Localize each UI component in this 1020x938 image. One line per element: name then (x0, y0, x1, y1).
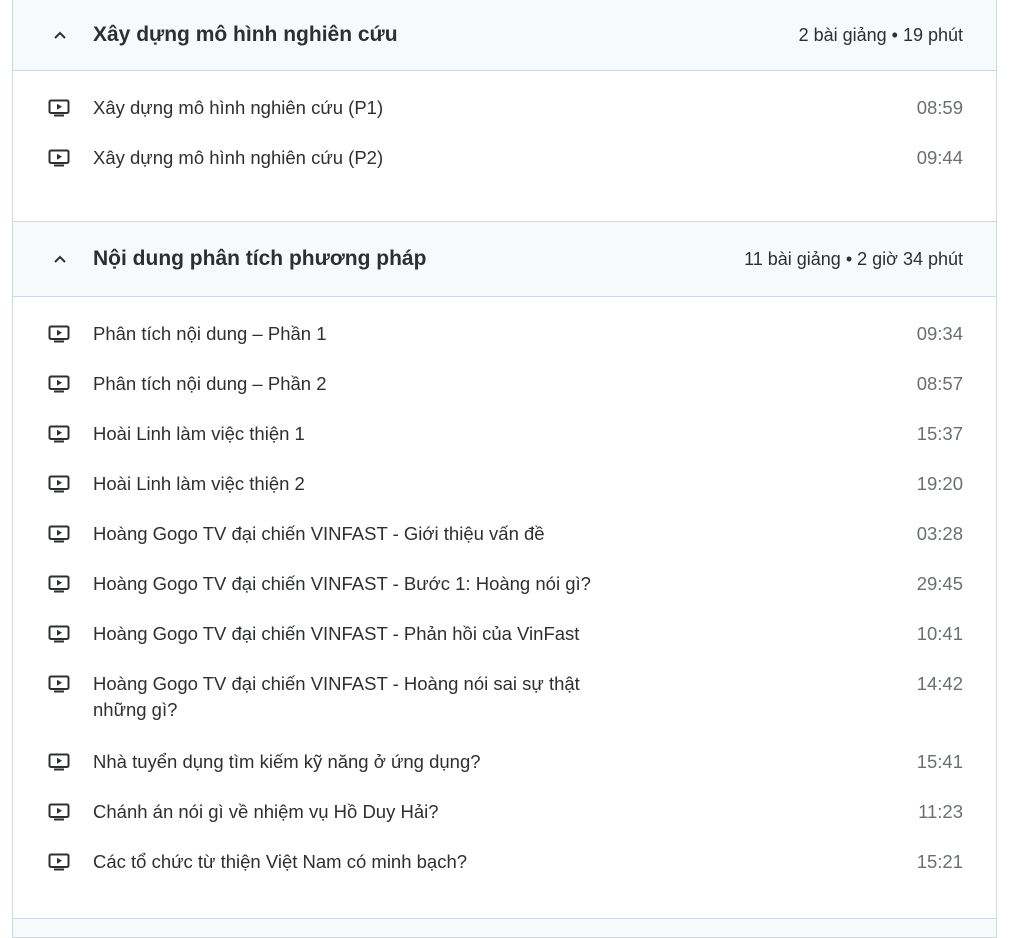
section: Xây dựng mô hình nghiên cứu 2 bài giảng … (13, 0, 996, 222)
lecture-duration: 03:28 (916, 523, 963, 544)
lecture-item[interactable]: Các tổ chức từ thiện Việt Nam có minh bạ… (48, 849, 963, 899)
video-icon (48, 421, 93, 450)
video-icon (48, 521, 93, 550)
lecture-duration: 08:57 (916, 373, 963, 394)
section-title: Nội dung phân tích phương pháp (93, 247, 427, 270)
course-curriculum: Xây dựng mô hình nghiên cứu 2 bài giảng … (12, 0, 997, 938)
chevron-up-icon (53, 30, 93, 40)
lecture-list: Phân tích nội dung – Phần 1 09:34 Phân t… (13, 297, 996, 925)
lecture-item[interactable]: Hoài Linh làm việc thiện 1 15:37 (48, 421, 963, 471)
lecture-title: Xây dựng mô hình nghiên cứu (P1) (93, 97, 384, 118)
video-icon (48, 571, 93, 600)
video-icon (48, 621, 93, 650)
lecture-item[interactable]: Hoàng Gogo TV đại chiến VINFAST - Bước 1… (48, 571, 963, 621)
section-header[interactable]: Nội dung phân tích phương pháp 11 bài gi… (13, 222, 996, 297)
lecture-item[interactable]: Phân tích nội dung – Phần 2 08:57 (48, 371, 963, 421)
video-icon (48, 749, 93, 778)
lecture-title: Các tổ chức từ thiện Việt Nam có minh bạ… (93, 851, 468, 872)
lecture-duration: 11:23 (918, 801, 963, 822)
lecture-duration: 15:21 (916, 851, 963, 872)
lecture-item[interactable]: Xây dựng mô hình nghiên cứu (P1) 08:59 (48, 95, 963, 145)
lecture-duration: 08:59 (916, 97, 963, 118)
section-header[interactable]: Xây dựng mô hình nghiên cứu 2 bài giảng … (13, 0, 996, 71)
next-section-header[interactable] (12, 918, 997, 938)
lecture-title: Xây dựng mô hình nghiên cứu (P2) (93, 147, 384, 168)
video-icon (48, 145, 93, 174)
video-icon (48, 471, 93, 500)
lecture-list: Xây dựng mô hình nghiên cứu (P1) 08:59 X… (13, 71, 996, 221)
lecture-title: Hoàng Gogo TV đại chiến VINFAST - Giới t… (93, 523, 545, 544)
lecture-title: Hoàng Gogo TV đại chiến VINFAST - Bước 1… (93, 573, 591, 594)
lecture-duration: 09:44 (916, 147, 963, 168)
video-icon (48, 95, 93, 124)
lecture-duration: 15:41 (916, 751, 963, 772)
lecture-item[interactable]: Hoàng Gogo TV đại chiến VINFAST - Hoàng … (48, 671, 963, 749)
section: Nội dung phân tích phương pháp 11 bài gi… (13, 222, 996, 926)
lecture-item[interactable]: Hoàng Gogo TV đại chiến VINFAST - Giới t… (48, 521, 963, 571)
lecture-item[interactable]: Xây dựng mô hình nghiên cứu (P2) 09:44 (48, 145, 963, 195)
lecture-title: Hoài Linh làm việc thiện 1 (93, 423, 305, 444)
video-icon (48, 849, 93, 878)
lecture-title: Chánh án nói gì về nhiệm vụ Hồ Duy Hải? (93, 801, 439, 822)
lecture-item[interactable]: Hoàng Gogo TV đại chiến VINFAST - Phản h… (48, 621, 963, 671)
lecture-title: Hoàng Gogo TV đại chiến VINFAST - Hoàng … (93, 673, 580, 720)
video-icon (48, 799, 93, 828)
lecture-title: Nhà tuyển dụng tìm kiếm kỹ năng ở ứng dụ… (93, 751, 481, 772)
lecture-title: Phân tích nội dung – Phần 1 (93, 323, 327, 344)
lecture-item[interactable]: Hoài Linh làm việc thiện 2 19:20 (48, 471, 963, 521)
lecture-duration: 14:42 (916, 673, 963, 694)
lecture-item[interactable]: Nhà tuyển dụng tìm kiếm kỹ năng ở ứng dụ… (48, 749, 963, 799)
section-meta: 2 bài giảng • 19 phút (798, 24, 963, 45)
section-title: Xây dựng mô hình nghiên cứu (93, 23, 398, 46)
lecture-title: Hoài Linh làm việc thiện 2 (93, 473, 305, 494)
video-icon (48, 671, 93, 700)
video-icon (48, 371, 93, 400)
video-icon (48, 321, 93, 350)
lecture-title: Phân tích nội dung – Phần 2 (93, 373, 327, 394)
lecture-item[interactable]: Chánh án nói gì về nhiệm vụ Hồ Duy Hải? … (48, 799, 963, 849)
lecture-duration: 29:45 (916, 573, 963, 594)
lecture-duration: 09:34 (916, 323, 963, 344)
lecture-duration: 15:37 (916, 423, 963, 444)
chevron-up-icon (53, 254, 93, 264)
section-meta: 11 bài giảng • 2 giờ 34 phút (744, 248, 963, 269)
lecture-duration: 19:20 (916, 473, 963, 494)
lecture-title: Hoàng Gogo TV đại chiến VINFAST - Phản h… (93, 623, 580, 644)
lecture-item[interactable]: Phân tích nội dung – Phần 1 09:34 (48, 321, 963, 371)
lecture-duration: 10:41 (916, 623, 963, 644)
